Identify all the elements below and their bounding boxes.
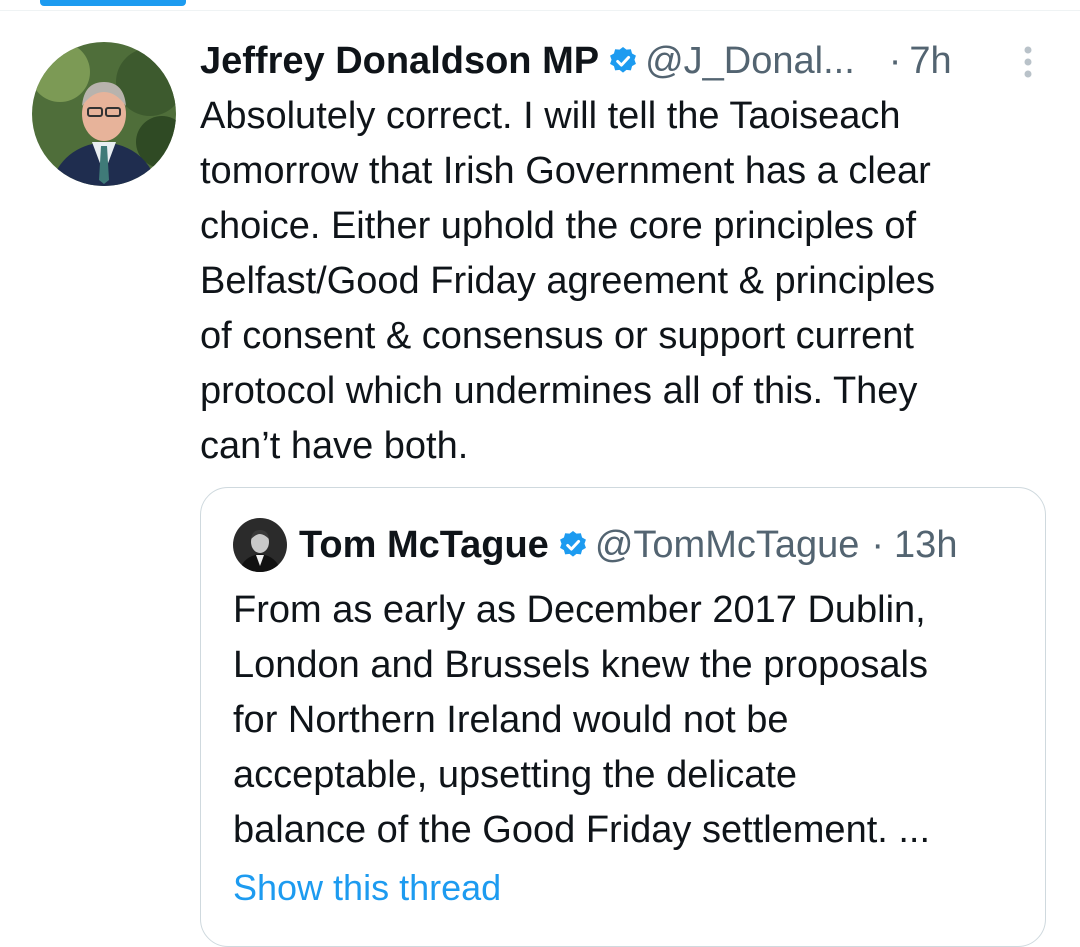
quoted-author-avatar-image (233, 518, 287, 572)
author-avatar[interactable] (32, 42, 176, 186)
author-handle[interactable]: @J_Donal... (645, 40, 855, 82)
quoted-tweet-header: Tom McTague @TomMcTague · 13h (299, 518, 1039, 572)
quoted-tweet-body-text: From as early as December 2017 Dublin, L… (233, 589, 931, 851)
quoted-author-handle[interactable]: @TomMcTague (595, 524, 860, 566)
quoted-tweet-card[interactable]: Tom McTague @TomMcTague · 13h From as early… (200, 487, 1046, 947)
top-tab-bar (0, 0, 1080, 11)
quoted-tweet-timestamp[interactable]: 13h (894, 524, 957, 566)
tweet-header: Jeffrey Donaldson MP @J_Donal... · 7h (200, 36, 1060, 86)
author-name[interactable]: Jeffrey Donaldson MP (200, 40, 599, 82)
verified-badge-icon (557, 522, 589, 576)
quoted-author-name[interactable]: Tom McTague (299, 524, 549, 566)
separator-dot: · (871, 524, 885, 566)
tweet-body-text: Absolutely correct. I will tell the Taoi… (200, 95, 936, 467)
author-avatar-image (32, 42, 176, 186)
quoted-author-avatar[interactable] (233, 518, 287, 572)
active-tab-indicator (40, 0, 186, 6)
show-thread-link[interactable]: Show this thread (233, 863, 501, 913)
tweet-timestamp[interactable]: 7h (909, 40, 951, 82)
verified-badge-icon (607, 40, 639, 90)
separator-dot: · (888, 40, 902, 82)
more-vertical-icon[interactable] (1016, 44, 1040, 80)
